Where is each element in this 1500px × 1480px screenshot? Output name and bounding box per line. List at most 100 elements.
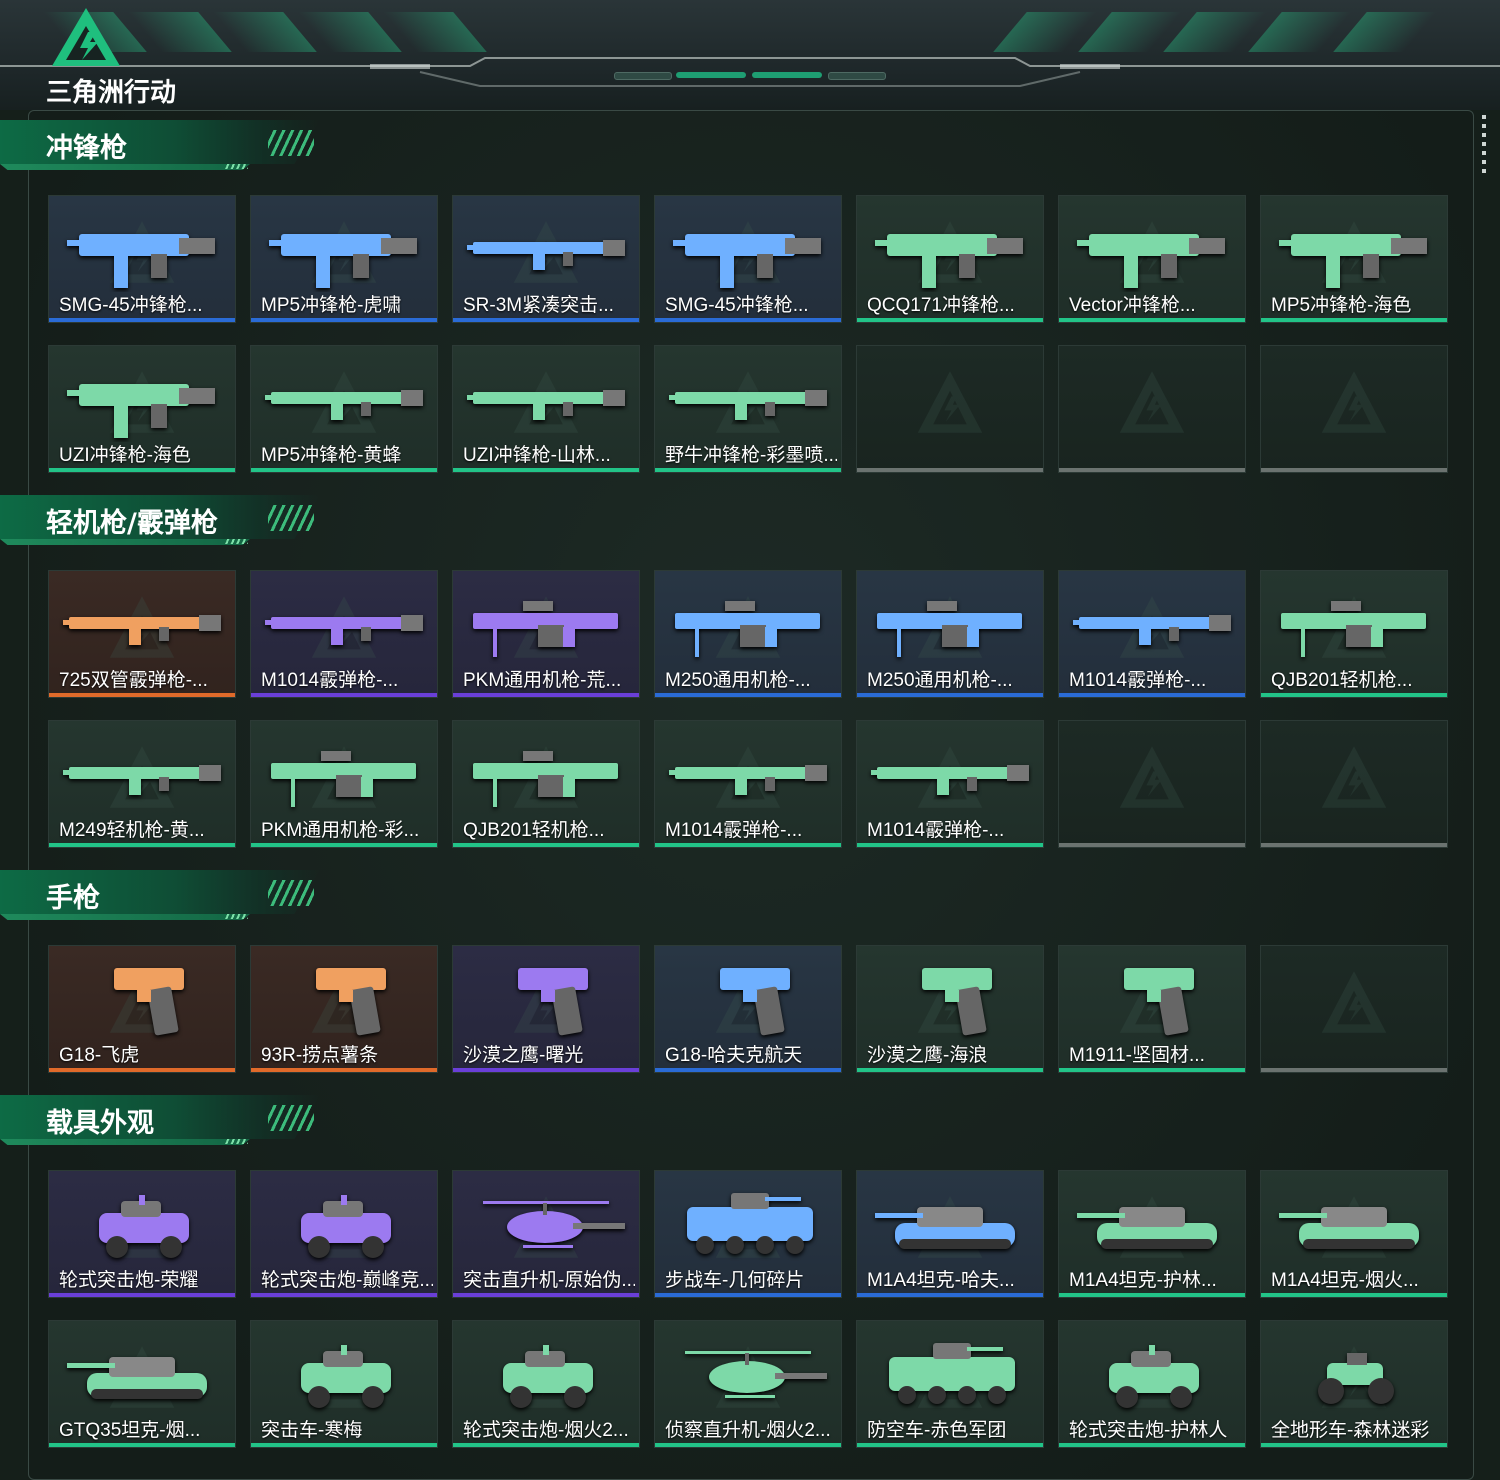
skin-name: SMG-45冲锋枪...	[665, 295, 809, 316]
rarity-bar	[453, 843, 639, 847]
skin-name: UZI冲锋枪-山林...	[463, 445, 611, 466]
scrollbar[interactable]	[1482, 115, 1486, 177]
skin-card[interactable]: 沙漠之鹰-海浪	[856, 945, 1044, 1073]
skin-card[interactable]: GTQ35坦克-烟...	[48, 1320, 236, 1448]
smg-icon	[1279, 234, 1427, 288]
rarity-bar	[857, 1068, 1043, 1072]
skin-name: M1014霰弹枪-...	[261, 670, 399, 691]
skin-card[interactable]: M1A4坦克-哈夫...	[856, 1170, 1044, 1298]
skin-card[interactable]: M1014霰弹枪-...	[856, 720, 1044, 848]
skin-card[interactable]: QJB201轻机枪...	[1260, 570, 1448, 698]
skin-name: G18-飞虎	[59, 1045, 140, 1066]
rarity-bar	[251, 1068, 437, 1072]
section-title: 载具外观	[46, 1108, 154, 1139]
smg-icon	[269, 234, 417, 288]
banner-frame-lines	[0, 57, 1500, 87]
skin-card[interactable]: 轮式突击炮-烟火2...	[452, 1320, 640, 1448]
lmg-icon	[473, 751, 618, 807]
rarity-bar	[453, 318, 639, 322]
skin-card[interactable]: MP5冲锋枪-黄蜂	[250, 345, 438, 473]
rarity-bar	[49, 1068, 235, 1072]
skin-card[interactable]: M250通用机枪-...	[654, 570, 842, 698]
skin-card[interactable]: M250通用机枪-...	[856, 570, 1044, 698]
rarity-bar	[655, 1443, 841, 1447]
skin-card[interactable]: 93R-捞点薯条	[250, 945, 438, 1073]
skin-card[interactable]: QCQ171冲锋枪...	[856, 195, 1044, 323]
skin-name: GTQ35坦克-烟...	[59, 1420, 201, 1441]
rarity-bar	[655, 1068, 841, 1072]
skin-card[interactable]: 步战车-几何碎片	[654, 1170, 842, 1298]
skin-card[interactable]: Vector冲锋枪...	[1058, 195, 1246, 323]
rarity-bar	[655, 693, 841, 697]
rarity-bar	[1261, 693, 1447, 697]
helicopter-icon	[483, 1201, 625, 1248]
skin-card[interactable]: SR-3M紧凑突击...	[452, 195, 640, 323]
rarity-bar	[453, 1443, 639, 1447]
delta-watermark-icon	[917, 371, 983, 433]
rarity-bar	[655, 843, 841, 847]
skin-card[interactable]: UZI冲锋枪-山林...	[452, 345, 640, 473]
skin-card[interactable]: 轮式突击炮-护林人	[1058, 1320, 1246, 1448]
section-header: 轻机枪/霰弹枪	[0, 495, 340, 551]
section-header: 冲锋枪	[0, 120, 340, 176]
rarity-bar	[453, 468, 639, 472]
section-header-underline	[0, 914, 250, 920]
rarity-bar	[251, 318, 437, 322]
skin-card[interactable]: 沙漠之鹰-曙光	[452, 945, 640, 1073]
skin-card[interactable]: QJB201轻机枪...	[452, 720, 640, 848]
skin-name: M1014霰弹枪-...	[665, 820, 803, 841]
skin-card[interactable]: M1014霰弹枪-...	[250, 570, 438, 698]
skin-name: UZI冲锋枪-海色	[59, 445, 191, 466]
skin-card[interactable]: PKM通用机枪-荒...	[452, 570, 640, 698]
skin-name: 轮式突击炮-护林人	[1069, 1420, 1228, 1441]
skin-card[interactable]: SMG-45冲锋枪...	[48, 195, 236, 323]
skin-card[interactable]: 野牛冲锋枪-彩墨喷...	[654, 345, 842, 473]
delta-watermark-icon	[1119, 746, 1185, 808]
rarity-bar	[1261, 318, 1447, 322]
tank-icon	[1077, 1207, 1217, 1249]
tank-icon	[67, 1357, 207, 1399]
skin-card[interactable]: 轮式突击炮-巅峰竞...	[250, 1170, 438, 1298]
skin-card[interactable]: 防空车-赤色军团	[856, 1320, 1044, 1448]
skin-card[interactable]: 突击直升机-原始伪...	[452, 1170, 640, 1298]
rifle-icon	[63, 615, 221, 645]
rarity-bar	[453, 1068, 639, 1072]
pistol-icon	[720, 968, 790, 1036]
rarity-bar	[251, 1443, 437, 1447]
skin-card[interactable]: G18-飞虎	[48, 945, 236, 1073]
skin-card[interactable]: 725双管霰弹枪-...	[48, 570, 236, 698]
skin-name: G18-哈夫克航天	[665, 1045, 803, 1066]
rarity-bar	[251, 1293, 437, 1297]
skin-card[interactable]: G18-哈夫克航天	[654, 945, 842, 1073]
skin-card[interactable]: MP5冲锋枪-海色	[1260, 195, 1448, 323]
skin-name: SMG-45冲锋枪...	[59, 295, 203, 316]
rarity-bar	[453, 1293, 639, 1297]
skin-card[interactable]: M1014霰弹枪-...	[1058, 570, 1246, 698]
pistol-icon	[114, 968, 184, 1036]
skin-card[interactable]: 侦察直升机-烟火2...	[654, 1320, 842, 1448]
skin-card[interactable]: MP5冲锋枪-虎啸	[250, 195, 438, 323]
skin-card[interactable]: PKM通用机枪-彩...	[250, 720, 438, 848]
skin-card[interactable]: UZI冲锋枪-海色	[48, 345, 236, 473]
rifle-icon	[467, 240, 625, 270]
lmg-icon	[473, 601, 618, 657]
delta-watermark-icon	[1321, 371, 1387, 433]
skin-card[interactable]: M1A4坦克-护林...	[1058, 1170, 1246, 1298]
skin-card[interactable]: SMG-45冲锋枪...	[654, 195, 842, 323]
skin-card[interactable]: 轮式突击炮-荣耀	[48, 1170, 236, 1298]
skin-card[interactable]: M1014霰弹枪-...	[654, 720, 842, 848]
skin-name: 沙漠之鹰-海浪	[867, 1045, 988, 1066]
skin-name: Vector冲锋枪...	[1069, 295, 1196, 316]
skin-card[interactable]: 全地形车-森林迷彩	[1260, 1320, 1448, 1448]
rarity-bar	[1261, 1293, 1447, 1297]
skin-card[interactable]: M1A4坦克-烟火...	[1260, 1170, 1448, 1298]
banner-indicator-active	[752, 72, 822, 78]
rarity-bar	[49, 318, 235, 322]
skin-card[interactable]: M249轻机枪-黄...	[48, 720, 236, 848]
banner-indicator	[828, 72, 886, 80]
skin-name: 野牛冲锋枪-彩墨喷...	[665, 445, 837, 466]
skin-name: QCQ171冲锋枪...	[867, 295, 1015, 316]
skin-card[interactable]: M1911-坚固材...	[1058, 945, 1246, 1073]
skin-card[interactable]: 突击车-寒梅	[250, 1320, 438, 1448]
skin-name: MP5冲锋枪-海色	[1271, 295, 1412, 316]
